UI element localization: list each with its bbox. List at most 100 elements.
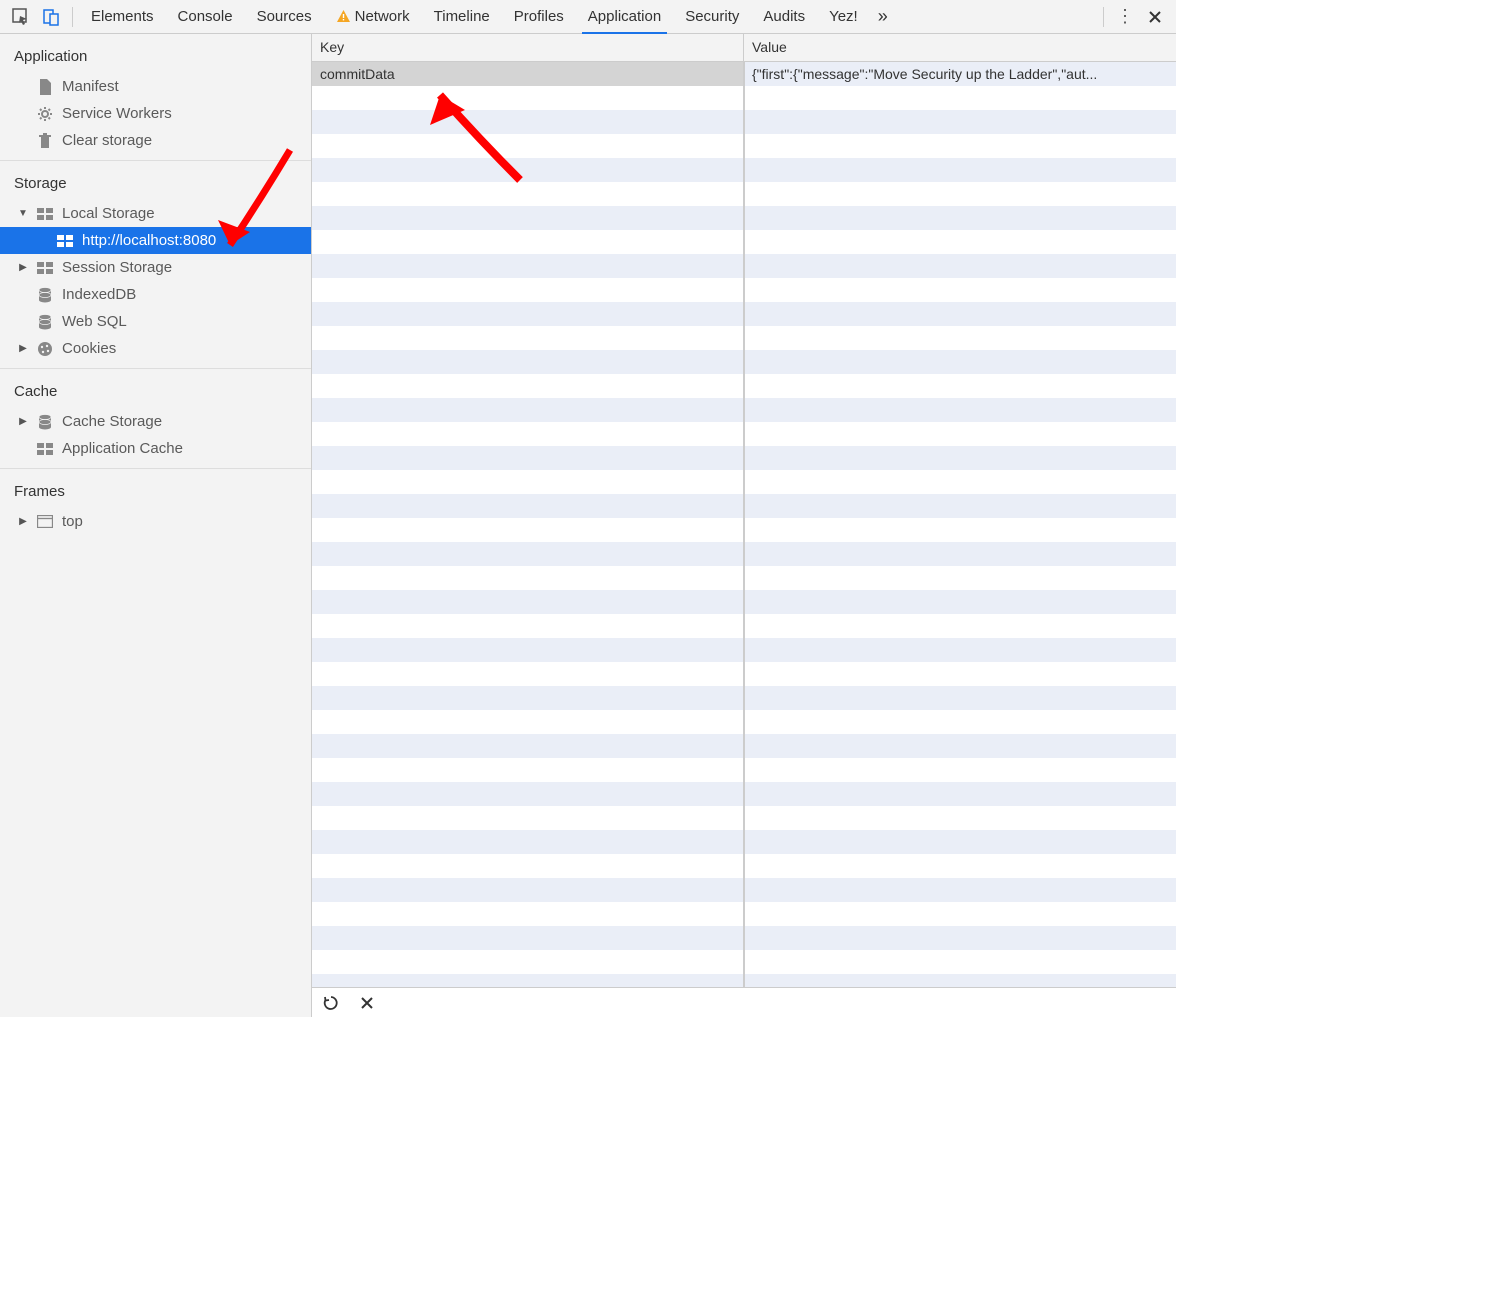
cell-value[interactable] — [744, 230, 1176, 254]
cell-key[interactable] — [312, 158, 744, 182]
sidebar-item-session-storage[interactable]: ▶ Session Storage — [0, 254, 311, 281]
cell-value[interactable] — [744, 86, 1176, 110]
cell-value[interactable] — [744, 686, 1176, 710]
inspect-element-icon[interactable] — [8, 4, 34, 30]
cell-key[interactable] — [312, 854, 744, 878]
cell-key[interactable] — [312, 230, 744, 254]
refresh-icon[interactable] — [320, 992, 342, 1014]
cell-value[interactable] — [744, 758, 1176, 782]
tab-elements[interactable]: Elements — [79, 0, 166, 33]
cell-key[interactable] — [312, 398, 744, 422]
cell-value[interactable] — [744, 806, 1176, 830]
cell-value[interactable] — [744, 398, 1176, 422]
cell-value[interactable] — [744, 446, 1176, 470]
cell-key[interactable]: commitData — [312, 62, 744, 86]
cell-value[interactable] — [744, 302, 1176, 326]
cell-key[interactable] — [312, 878, 744, 902]
cell-value[interactable] — [744, 638, 1176, 662]
cell-value[interactable] — [744, 590, 1176, 614]
cell-key[interactable] — [312, 446, 744, 470]
sidebar-item-manifest[interactable]: Manifest — [0, 73, 311, 100]
cell-value[interactable] — [744, 326, 1176, 350]
cell-value[interactable] — [744, 662, 1176, 686]
cell-value[interactable] — [744, 494, 1176, 518]
cell-key[interactable] — [312, 86, 744, 110]
tab-console[interactable]: Console — [166, 0, 245, 33]
tab-audits[interactable]: Audits — [751, 0, 817, 33]
cell-value[interactable] — [744, 470, 1176, 494]
sidebar-item-application-cache[interactable]: Application Cache — [0, 435, 311, 462]
cell-key[interactable] — [312, 806, 744, 830]
cell-value[interactable] — [744, 830, 1176, 854]
cell-key[interactable] — [312, 974, 744, 987]
cell-value[interactable] — [744, 566, 1176, 590]
sidebar-item-top-frame[interactable]: ▶ top — [0, 508, 311, 535]
cell-key[interactable] — [312, 710, 744, 734]
cell-key[interactable] — [312, 422, 744, 446]
cell-value[interactable] — [744, 134, 1176, 158]
cell-value[interactable] — [744, 374, 1176, 398]
tab-network[interactable]: Network — [324, 0, 422, 33]
sidebar-item-local-storage[interactable]: ▼ Local Storage — [0, 200, 311, 227]
cell-key[interactable] — [312, 206, 744, 230]
cell-value[interactable]: {"first":{"message":"Move Security up th… — [744, 62, 1176, 86]
tab-application[interactable]: Application — [576, 0, 673, 33]
device-toggle-icon[interactable] — [38, 4, 64, 30]
cell-key[interactable] — [312, 758, 744, 782]
cell-value[interactable] — [744, 254, 1176, 278]
column-header-value[interactable]: Value — [744, 34, 1176, 61]
cell-value[interactable] — [744, 614, 1176, 638]
tab-timeline[interactable]: Timeline — [422, 0, 502, 33]
cell-value[interactable] — [744, 710, 1176, 734]
cell-key[interactable] — [312, 374, 744, 398]
cell-key[interactable] — [312, 830, 744, 854]
cell-key[interactable] — [312, 542, 744, 566]
cell-value[interactable] — [744, 518, 1176, 542]
sidebar-item-clear-storage[interactable]: Clear storage — [0, 127, 311, 154]
cell-key[interactable] — [312, 734, 744, 758]
cell-key[interactable] — [312, 902, 744, 926]
cell-value[interactable] — [744, 854, 1176, 878]
tab-security[interactable]: Security — [673, 0, 751, 33]
cell-key[interactable] — [312, 614, 744, 638]
cell-key[interactable] — [312, 254, 744, 278]
sidebar-item-cache-storage[interactable]: ▶ Cache Storage — [0, 408, 311, 435]
cell-value[interactable] — [744, 878, 1176, 902]
sidebar-item-local-storage-origin[interactable]: http://localhost:8080 — [0, 227, 311, 254]
cell-key[interactable] — [312, 662, 744, 686]
cell-key[interactable] — [312, 590, 744, 614]
cell-key[interactable] — [312, 494, 744, 518]
cell-value[interactable] — [744, 182, 1176, 206]
cell-key[interactable] — [312, 518, 744, 542]
cell-value[interactable] — [744, 110, 1176, 134]
close-icon[interactable] — [1142, 4, 1168, 30]
cell-value[interactable] — [744, 950, 1176, 974]
cell-key[interactable] — [312, 470, 744, 494]
column-header-key[interactable]: Key — [312, 34, 744, 61]
delete-icon[interactable] — [356, 992, 378, 1014]
cell-key[interactable] — [312, 566, 744, 590]
tab-profiles[interactable]: Profiles — [502, 0, 576, 33]
cell-key[interactable] — [312, 638, 744, 662]
tab-yez[interactable]: Yez! — [817, 0, 870, 33]
tab-sources[interactable]: Sources — [245, 0, 324, 33]
cell-value[interactable] — [744, 422, 1176, 446]
cell-key[interactable] — [312, 134, 744, 158]
sidebar-item-service-workers[interactable]: Service Workers — [0, 100, 311, 127]
cell-key[interactable] — [312, 326, 744, 350]
sidebar-item-websql[interactable]: Web SQL — [0, 308, 311, 335]
more-tabs-icon[interactable]: » — [870, 0, 896, 33]
cell-value[interactable] — [744, 158, 1176, 182]
cell-key[interactable] — [312, 926, 744, 950]
column-divider[interactable] — [744, 62, 745, 987]
cell-key[interactable] — [312, 950, 744, 974]
cell-value[interactable] — [744, 782, 1176, 806]
cell-key[interactable] — [312, 278, 744, 302]
sidebar-item-cookies[interactable]: ▶ Cookies — [0, 335, 311, 362]
cell-key[interactable] — [312, 302, 744, 326]
cell-value[interactable] — [744, 902, 1176, 926]
cell-value[interactable] — [744, 926, 1176, 950]
table-body[interactable]: commitData{"first":{"message":"Move Secu… — [312, 62, 1176, 987]
cell-value[interactable] — [744, 542, 1176, 566]
cell-value[interactable] — [744, 278, 1176, 302]
